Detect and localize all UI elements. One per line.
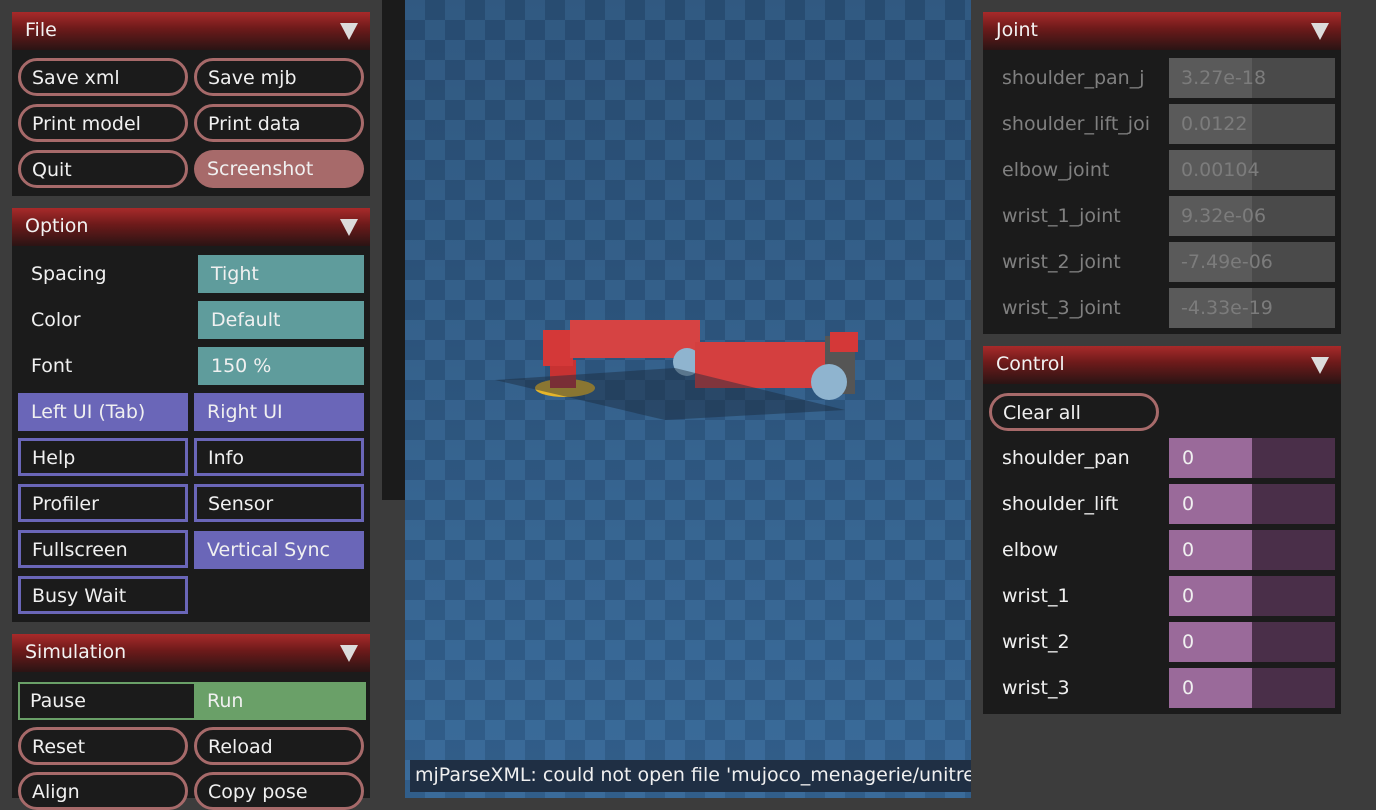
control-slider[interactable]: 0 bbox=[1169, 668, 1335, 708]
control-value: 0 bbox=[1182, 677, 1195, 699]
control-value: 0 bbox=[1182, 447, 1195, 469]
collapse-triangle-icon[interactable] bbox=[1311, 23, 1329, 40]
simulation-viewport[interactable] bbox=[405, 0, 971, 798]
control-label: shoulder_lift bbox=[1002, 493, 1119, 515]
joint-value-slider: 0.0122 bbox=[1169, 104, 1335, 144]
info-toggle[interactable]: Info bbox=[194, 438, 364, 476]
joint-value-slider: -7.49e-06 bbox=[1169, 242, 1335, 282]
control-label: wrist_3 bbox=[1002, 677, 1070, 699]
simulation-section-header[interactable]: Simulation bbox=[12, 634, 370, 672]
joint-section: Joint shoulder_pan_j 3.27e-18 shoulder_l… bbox=[983, 12, 1341, 334]
collapse-triangle-icon[interactable] bbox=[1311, 357, 1329, 374]
control-slider[interactable]: 0 bbox=[1169, 576, 1335, 616]
joint-value: 0.0122 bbox=[1181, 113, 1248, 135]
simulation-section-title: Simulation bbox=[25, 641, 127, 663]
right-ui-scrollbar[interactable] bbox=[1353, 0, 1376, 798]
run-mode-radio[interactable]: Pause Run bbox=[18, 682, 366, 720]
collapse-triangle-icon[interactable] bbox=[340, 219, 358, 236]
joint-label: shoulder_lift_joi bbox=[1002, 113, 1150, 135]
control-label: wrist_1 bbox=[1002, 585, 1070, 607]
control-slider[interactable]: 0 bbox=[1169, 530, 1335, 570]
joint-section-header[interactable]: Joint bbox=[983, 12, 1341, 50]
run-option[interactable]: Run bbox=[194, 682, 366, 720]
vertical-sync-toggle[interactable]: Vertical Sync bbox=[194, 531, 364, 569]
control-slider[interactable]: 0 bbox=[1169, 484, 1335, 524]
file-section: File Save xml Save mjb Print model Print… bbox=[12, 12, 370, 196]
font-label: Font bbox=[31, 355, 73, 377]
joint-label: wrist_1_joint bbox=[1002, 205, 1121, 227]
spacing-label: Spacing bbox=[31, 263, 107, 285]
fullscreen-toggle[interactable]: Fullscreen bbox=[18, 530, 188, 568]
align-button[interactable]: Align bbox=[18, 772, 188, 810]
joint-value: 3.27e-18 bbox=[1181, 67, 1267, 89]
joint-value-slider: 0.00104 bbox=[1169, 150, 1335, 190]
option-section: Option Spacing Tight Color Default Font … bbox=[12, 208, 370, 622]
help-toggle[interactable]: Help bbox=[18, 438, 188, 476]
reload-button[interactable]: Reload bbox=[194, 727, 364, 765]
option-section-title: Option bbox=[25, 215, 89, 237]
right-ui-toggle[interactable]: Right UI bbox=[194, 393, 364, 431]
joint-label: shoulder_pan_j bbox=[1002, 67, 1145, 89]
scene-render bbox=[405, 0, 971, 798]
joint-value: -7.49e-06 bbox=[1181, 251, 1273, 273]
joint-value: 0.00104 bbox=[1181, 159, 1260, 181]
joint-section-title: Joint bbox=[996, 19, 1038, 41]
control-value: 0 bbox=[1182, 539, 1195, 561]
status-message: mjParseXML: could not open file 'mujoco_… bbox=[410, 760, 971, 792]
control-value: 0 bbox=[1182, 585, 1195, 607]
save-mjb-button[interactable]: Save mjb bbox=[194, 58, 364, 96]
control-value: 0 bbox=[1182, 631, 1195, 653]
joint-label: wrist_2_joint bbox=[1002, 251, 1121, 273]
left-ui-toggle[interactable]: Left UI (Tab) bbox=[18, 393, 188, 431]
option-section-header[interactable]: Option bbox=[12, 208, 370, 246]
file-section-title: File bbox=[25, 19, 57, 41]
collapse-triangle-icon[interactable] bbox=[340, 645, 358, 662]
control-slider[interactable]: 0 bbox=[1169, 438, 1335, 478]
copy-pose-button[interactable]: Copy pose bbox=[194, 772, 364, 810]
save-xml-button[interactable]: Save xml bbox=[18, 58, 188, 96]
control-section: Control Clear all shoulder_pan 0 shoulde… bbox=[983, 346, 1341, 714]
color-label: Color bbox=[31, 309, 81, 331]
clear-all-button[interactable]: Clear all bbox=[989, 393, 1159, 431]
file-section-header[interactable]: File bbox=[12, 12, 370, 50]
busy-wait-toggle[interactable]: Busy Wait bbox=[18, 576, 188, 614]
control-label: wrist_2 bbox=[1002, 631, 1070, 653]
joint-label: elbow_joint bbox=[1002, 159, 1110, 181]
screenshot-button[interactable]: Screenshot bbox=[194, 150, 364, 188]
quit-button[interactable]: Quit bbox=[18, 150, 188, 188]
control-section-header[interactable]: Control bbox=[983, 346, 1341, 384]
control-label: shoulder_pan bbox=[1002, 447, 1130, 469]
sensor-toggle[interactable]: Sensor bbox=[194, 484, 364, 522]
print-data-button[interactable]: Print data bbox=[194, 104, 364, 142]
collapse-triangle-icon[interactable] bbox=[340, 23, 358, 40]
color-select[interactable]: Default bbox=[198, 301, 364, 339]
joint-value-slider: 9.32e-06 bbox=[1169, 196, 1335, 236]
profiler-toggle[interactable]: Profiler bbox=[18, 484, 188, 522]
control-value: 0 bbox=[1182, 493, 1195, 515]
simulation-section: Simulation Pause Run Reset Reload Align … bbox=[12, 634, 370, 810]
print-model-button[interactable]: Print model bbox=[18, 104, 188, 142]
left-ui-scrollbar[interactable] bbox=[382, 0, 405, 500]
joint-label: wrist_3_joint bbox=[1002, 297, 1121, 319]
control-label: elbow bbox=[1002, 539, 1059, 561]
reset-button[interactable]: Reset bbox=[18, 727, 188, 765]
control-slider[interactable]: 0 bbox=[1169, 622, 1335, 662]
joint-value: -4.33e-19 bbox=[1181, 297, 1273, 319]
joint-value-slider: -4.33e-19 bbox=[1169, 288, 1335, 328]
control-section-title: Control bbox=[996, 353, 1065, 375]
font-select[interactable]: 150 % bbox=[198, 347, 364, 385]
spacing-select[interactable]: Tight bbox=[198, 255, 364, 293]
pause-option[interactable]: Pause bbox=[20, 684, 194, 718]
joint-value: 9.32e-06 bbox=[1181, 205, 1267, 227]
joint-value-slider: 3.27e-18 bbox=[1169, 58, 1335, 98]
